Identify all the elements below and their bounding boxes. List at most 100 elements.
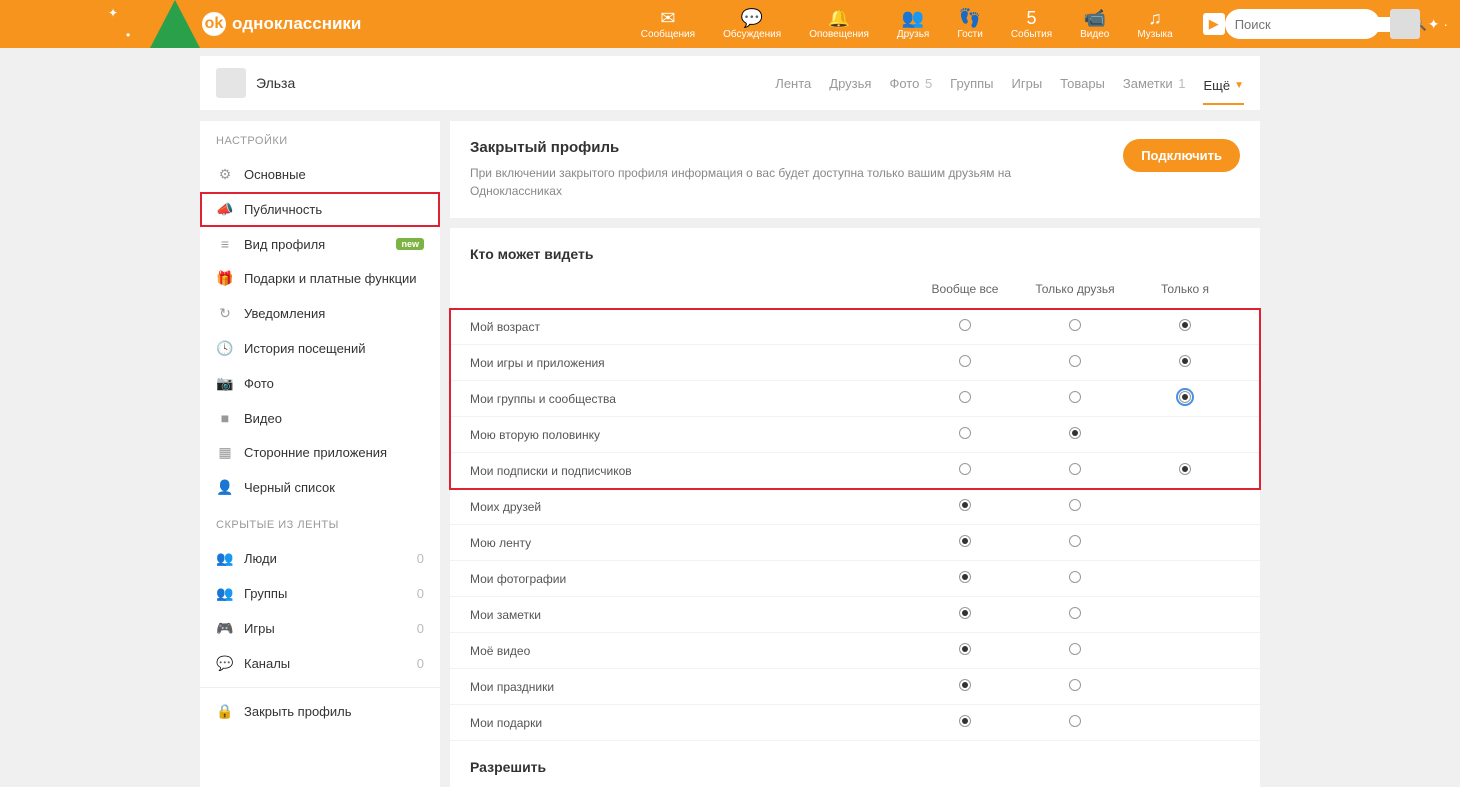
radio-option[interactable] (1069, 391, 1081, 403)
radio-option[interactable] (959, 679, 971, 691)
topnav-item[interactable]: 📹Видео (1080, 9, 1109, 40)
nav-icon: 🔔 (828, 9, 850, 29)
table-row: Мои подарки (450, 705, 1260, 741)
sidebar-item-label: Каналы (244, 656, 407, 671)
main-content: Закрытый профиль При включении закрытого… (450, 121, 1260, 787)
topnav-item[interactable]: 5События (1011, 9, 1052, 40)
sidebar-header-hidden: СКРЫТЫЕ ИЗ ЛЕНТЫ (200, 505, 440, 541)
sidebar-item-label: Игры (244, 621, 407, 636)
sidebar-item[interactable]: 👤Черный список (200, 470, 440, 505)
profile-tab[interactable]: Игры (1012, 72, 1043, 95)
sidebar-item[interactable]: 📷Фото (200, 366, 440, 401)
radio-option[interactable] (1069, 679, 1081, 691)
regular-rows: Моих друзейМою лентуМои фотографииМои за… (450, 489, 1260, 741)
radio-option[interactable] (1179, 355, 1191, 367)
sidebar-item[interactable]: 🕓История посещений (200, 331, 440, 366)
radio-option[interactable] (1069, 535, 1081, 547)
sidebar-item[interactable]: 🎁Подарки и платные функции (200, 261, 440, 296)
closed-profile-card: Закрытый профиль При включении закрытого… (450, 121, 1260, 218)
sidebar-item[interactable]: 💬Каналы0 (200, 646, 440, 681)
radio-option[interactable] (1069, 643, 1081, 655)
sidebar-item[interactable]: ↻Уведомления (200, 296, 440, 331)
radio-option[interactable] (959, 571, 971, 583)
nav-icon: 💬 (741, 9, 763, 29)
row-label: Мои игры и приложения (470, 356, 910, 370)
radio-option[interactable] (1069, 319, 1081, 331)
radio-option[interactable] (1179, 391, 1191, 403)
table-row: Моих друзей (450, 489, 1260, 525)
radio-option[interactable] (1069, 499, 1081, 511)
profile-tab[interactable]: Заметки 1 (1123, 72, 1186, 95)
sidebar-item[interactable]: 📣Публичность (200, 192, 440, 227)
radio-option[interactable] (959, 607, 971, 619)
profile-tab[interactable]: Друзья (829, 72, 871, 95)
radio-option[interactable] (959, 391, 971, 403)
topnav-item[interactable]: 👥Друзья (897, 9, 929, 40)
search-input[interactable] (1235, 17, 1411, 32)
profile-tab[interactable]: Фото 5 (889, 72, 932, 95)
radio-option[interactable] (1069, 607, 1081, 619)
sidebar-count: 0 (417, 656, 424, 671)
radio-option[interactable] (959, 535, 971, 547)
radio-option[interactable] (1179, 463, 1191, 475)
play-button[interactable]: ▶ (1203, 13, 1225, 35)
sidebar-count: 0 (417, 621, 424, 636)
nav-icon: 📹 (1084, 9, 1106, 29)
radio-option[interactable] (959, 319, 971, 331)
top-nav: ✉Сообщения 💬Обсуждения 🔔Оповещения 👥Друзья 👣… (641, 9, 1173, 40)
sidebar-item[interactable]: 👥Люди0 (200, 541, 440, 576)
sidebar-item[interactable]: ≡Вид профиляnew (200, 227, 440, 261)
sidebar-item[interactable]: 🎮Игры0 (200, 611, 440, 646)
radio-option[interactable] (959, 355, 971, 367)
chevron-down-icon: ▼ (1234, 80, 1244, 91)
radio-option[interactable] (1069, 571, 1081, 583)
table-row: Мои праздники (450, 669, 1260, 705)
col-all: Вообще все (910, 282, 1020, 296)
table-row: Мои заметки (450, 597, 1260, 633)
radio-option[interactable] (1069, 427, 1081, 439)
sidebar-item-label: Группы (244, 586, 407, 601)
search-box[interactable]: 🔍 (1225, 9, 1380, 39)
topnav-item[interactable]: 👣Гости (957, 9, 982, 40)
radio-option[interactable] (959, 463, 971, 475)
sidebar-item[interactable]: 👥Группы0 (200, 576, 440, 611)
topnav-item[interactable]: 🔔Оповещения (809, 9, 869, 40)
permissions-table: Вообще все Только друзья Только я Мой во… (450, 274, 1260, 741)
topnav-item[interactable]: ♫Музыка (1137, 9, 1172, 40)
sidebar-icon: 👥 (216, 585, 234, 602)
radio-option[interactable] (1179, 319, 1191, 331)
lock-icon: 🔒 (216, 703, 234, 720)
radio-option[interactable] (959, 499, 971, 511)
highlighted-rows: Мой возрастМои игры и приложенияМои груп… (450, 309, 1260, 489)
sidebar-item[interactable]: ■Видео (200, 401, 440, 435)
sidebar-item-close-profile[interactable]: 🔒 Закрыть профиль (200, 694, 440, 729)
radio-option[interactable] (959, 643, 971, 655)
table-row: Мои подписки и подписчиков (450, 453, 1260, 489)
nav-label: Музыка (1137, 29, 1172, 40)
radio-option[interactable] (1069, 715, 1081, 727)
sidebar-item[interactable]: ⚙Основные (200, 157, 440, 192)
profile-avatar[interactable] (216, 68, 246, 98)
user-avatar[interactable] (1390, 9, 1420, 39)
tree-icon (150, 0, 200, 48)
brand-text: oдноклассники (232, 14, 361, 34)
topnav-item[interactable]: 💬Обсуждения (723, 9, 781, 40)
profile-tab[interactable]: Товары (1060, 72, 1105, 95)
row-label: Мои подарки (470, 716, 910, 730)
sidebar-item-label: Люди (244, 551, 407, 566)
logo[interactable]: ok oдноклассники (202, 12, 361, 36)
radio-option[interactable] (959, 715, 971, 727)
connect-button[interactable]: Подключить (1123, 139, 1240, 172)
table-row: Мои фотографии (450, 561, 1260, 597)
who-can-see-section: Кто может видеть Вообще все Только друзь… (450, 228, 1260, 787)
topnav-item[interactable]: ✉Сообщения (641, 9, 695, 40)
radio-option[interactable] (1069, 355, 1081, 367)
profile-tab[interactable]: Лента (775, 72, 811, 95)
nav-label: Гости (957, 29, 982, 40)
profile-tab[interactable]: Ещё ▼ (1203, 74, 1244, 105)
radio-option[interactable] (1069, 463, 1081, 475)
sidebar-item[interactable]: ▦Сторонние приложения (200, 435, 440, 470)
radio-option[interactable] (959, 427, 971, 439)
profile-tab[interactable]: Группы (950, 72, 993, 95)
section-title: Кто может видеть (450, 228, 1260, 274)
